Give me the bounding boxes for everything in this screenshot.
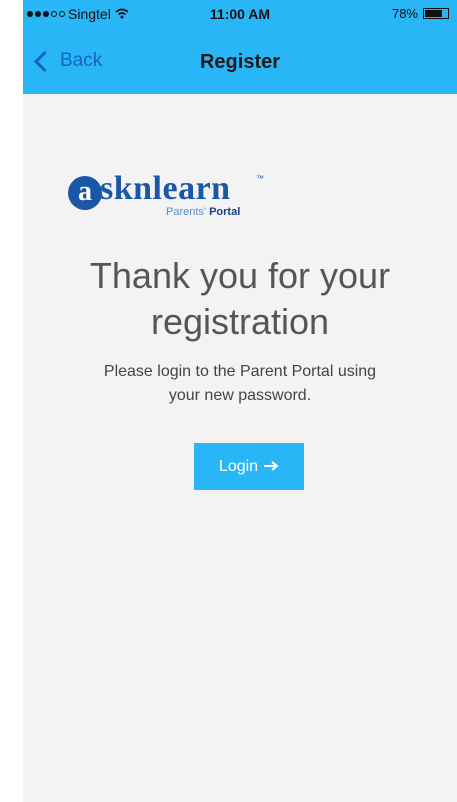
login-button[interactable]: Login — [194, 443, 304, 490]
status-bar: Singtel 11:00 AM 78% — [23, 0, 457, 30]
battery-percent: 78% — [391, 6, 418, 21]
logo-circle: a — [68, 176, 102, 210]
logo-subtitle: Parents' Portal — [166, 206, 240, 218]
logo-trademark: ™ — [256, 174, 264, 183]
login-message: Please login to the Parent Portal using … — [23, 360, 457, 408]
screen: Singtel 11:00 AM 78% Back Register a skn… — [23, 0, 457, 802]
login-label: Login — [218, 457, 259, 475]
status-right: 78% — [392, 6, 449, 21]
thank-you-heading: Thank you for your registration — [89, 255, 391, 342]
logo-sub-bold: Portal — [209, 206, 241, 218]
nav-bar: Back Register — [23, 30, 457, 94]
arrow-right-icon — [263, 458, 279, 476]
logo-word: sknlearn — [100, 170, 231, 207]
battery-icon — [423, 8, 449, 19]
asknlearn-logo: a sknlearn ™ Parents' Portal — [68, 168, 288, 222]
login-message-text: Please login to the Parent Portal using … — [103, 363, 377, 404]
logo-sub-light: Parents' — [166, 206, 207, 218]
page-title: Register — [199, 51, 281, 73]
